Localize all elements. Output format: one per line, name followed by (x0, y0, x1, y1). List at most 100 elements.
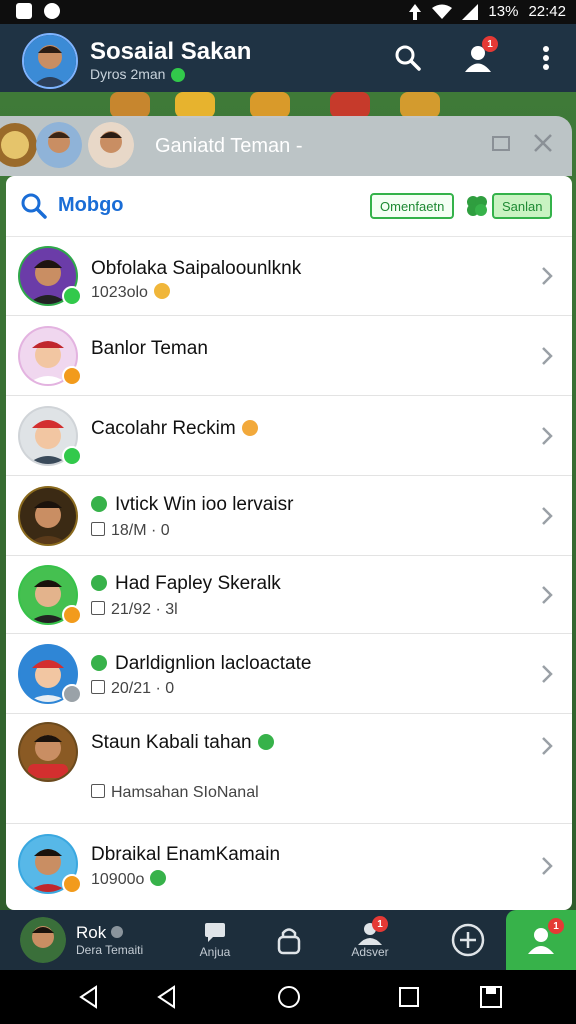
friend-row[interactable]: Darldignlion lacloactate 20/21 · 0 (6, 634, 572, 714)
filter-chip-online[interactable]: Omenfaetn (370, 193, 455, 219)
notification-badge: 1 (372, 916, 388, 932)
friend-meta: 21/92 · 3l (91, 601, 178, 619)
friend-meta: 18/M · 0 (91, 522, 170, 540)
game-icon (91, 496, 107, 512)
save-icon[interactable] (478, 984, 504, 1010)
friends-notification-button[interactable]: 1 (460, 36, 498, 76)
friend-name: Ivtick Win ioo lervaisr (115, 494, 294, 515)
home-icon[interactable] (276, 984, 302, 1010)
friend-row[interactable]: Had Fapley Skeralk 21/92 · 3l (6, 556, 572, 634)
chat-icon (205, 923, 225, 942)
notification-badge: 1 (548, 918, 564, 934)
nav-admin[interactable]: Adsver 1 (342, 910, 398, 970)
chevron-right-icon (542, 507, 553, 525)
back-icon[interactable] (76, 984, 102, 1010)
friend-meta: Hamsahan SIoNanal (91, 784, 259, 802)
friend-meta-text: Hamsahan SIoNanal (111, 784, 259, 801)
search-icon (395, 45, 421, 71)
recents-icon[interactable] (396, 984, 422, 1010)
search-input[interactable]: Mobgo (58, 194, 124, 217)
friend-avatar[interactable] (88, 122, 134, 168)
friend-name: Dbraikal EnamKamain (91, 844, 281, 865)
app-subtitle: Dyros 2man (90, 66, 186, 83)
more-menu-button[interactable] (528, 40, 564, 76)
status-online-icon (62, 446, 82, 466)
profile-avatar[interactable] (22, 33, 78, 89)
chevron-right-icon (542, 665, 553, 683)
game-decoration (330, 92, 370, 118)
game-icon (91, 655, 107, 671)
app-notification-icon (44, 3, 60, 19)
search-icon (21, 193, 47, 219)
friend-row[interactable]: Ivtick Win ioo lervaisr 18/M · 0 (6, 476, 572, 556)
nav-lock[interactable] (264, 910, 314, 970)
friends-list: Obfolaka Saipaloounlknk 1023olo Banlor T… (6, 236, 572, 910)
notification-badge: 1 (482, 36, 498, 52)
edit-icon (91, 784, 105, 798)
nav-chat-label: Anjua (199, 945, 231, 959)
online-indicator-icon (171, 68, 186, 83)
friend-row[interactable]: Cacolahr Reckim (6, 396, 572, 476)
nav-add[interactable] (448, 910, 488, 970)
friend-row[interactable]: Dbraikal EnamKamain 10900o (6, 824, 572, 910)
game-decoration (400, 92, 440, 118)
friend-name-wrap: Darldignlion lacloactate (91, 653, 311, 675)
battery-text: 13% (488, 3, 519, 20)
back-icon[interactable] (154, 984, 180, 1010)
online-icon (257, 734, 274, 750)
minimize-button[interactable] (488, 132, 514, 158)
friend-meta: 20/21 · 0 (91, 680, 174, 698)
add-circle-icon (451, 923, 485, 957)
time-icon (91, 680, 105, 694)
subheader-title: Ganiatd Teman - (155, 135, 303, 157)
wifi-icon (432, 4, 453, 19)
thumbs-up-icon (153, 283, 170, 299)
friend-name-wrap: Had Fapley Skeralk (91, 573, 281, 595)
friend-avatar[interactable] (36, 122, 82, 168)
chevron-right-icon (542, 857, 553, 875)
app-title: Sosaial Sakan (90, 38, 252, 65)
friend-meta: 10900o (91, 870, 167, 889)
friend-avatar (20, 488, 76, 544)
status-away-icon (62, 605, 82, 625)
profile-sub: Dera Temaiti (76, 943, 144, 957)
chevron-right-icon (542, 586, 553, 604)
close-button[interactable] (530, 132, 556, 158)
friend-name-wrap: Ivtick Win ioo lervaisr (91, 494, 293, 516)
clock: 22:42 (528, 3, 566, 20)
friend-row[interactable]: Staun Kabali tahan Hamsahan SIoNanal (6, 714, 572, 824)
notification-icon (16, 3, 32, 19)
android-nav-bar (0, 970, 576, 1024)
search-button[interactable] (390, 40, 426, 76)
friend-meta-text: 10900o (91, 871, 145, 888)
profile-name: Rok (76, 923, 107, 942)
lock-icon (277, 928, 301, 955)
filter-chip-new[interactable]: Sanlan (492, 193, 553, 219)
more-vert-icon (543, 46, 549, 70)
status-dot-icon (110, 926, 123, 938)
search-bar: Mobgo Omenfaetn Sanlan (6, 176, 572, 237)
nav-friends-active[interactable]: 1 (506, 910, 576, 970)
friend-meta-text: 20/21 · 0 (111, 680, 175, 697)
status-bar: 13% 22:42 (0, 0, 576, 24)
friend-name-wrap: Cacolahr Reckim (91, 418, 258, 440)
chevron-right-icon (542, 427, 553, 445)
app-header: Sosaial Sakan Dyros 2man 1 (0, 24, 576, 92)
friend-name: Banlor Teman (91, 338, 208, 359)
calendar-icon (91, 522, 105, 536)
status-away-icon (62, 366, 82, 386)
status-online-icon (62, 286, 82, 306)
status-offline-icon (62, 684, 82, 704)
friend-meta-text: 21/92 · 3l (111, 601, 178, 618)
friend-row[interactable]: Banlor Teman (6, 316, 572, 396)
profile-name-row: Rok (76, 923, 143, 943)
smiley-icon (241, 420, 258, 436)
bottom-nav: Rok Dera Temaiti Anjua Adsver 1 1 (0, 910, 576, 970)
friend-name: Obfolaka Saipaloounlknk (91, 258, 302, 279)
chevron-right-icon (542, 347, 553, 365)
nav-chat[interactable]: Anjua (190, 910, 240, 970)
nav-profile[interactable]: Rok Dera Temaiti (20, 910, 170, 970)
time-icon (91, 601, 105, 615)
friend-name: Darldignlion lacloactate (115, 653, 312, 674)
friend-row[interactable]: Obfolaka Saipaloounlknk 1023olo (6, 236, 572, 316)
